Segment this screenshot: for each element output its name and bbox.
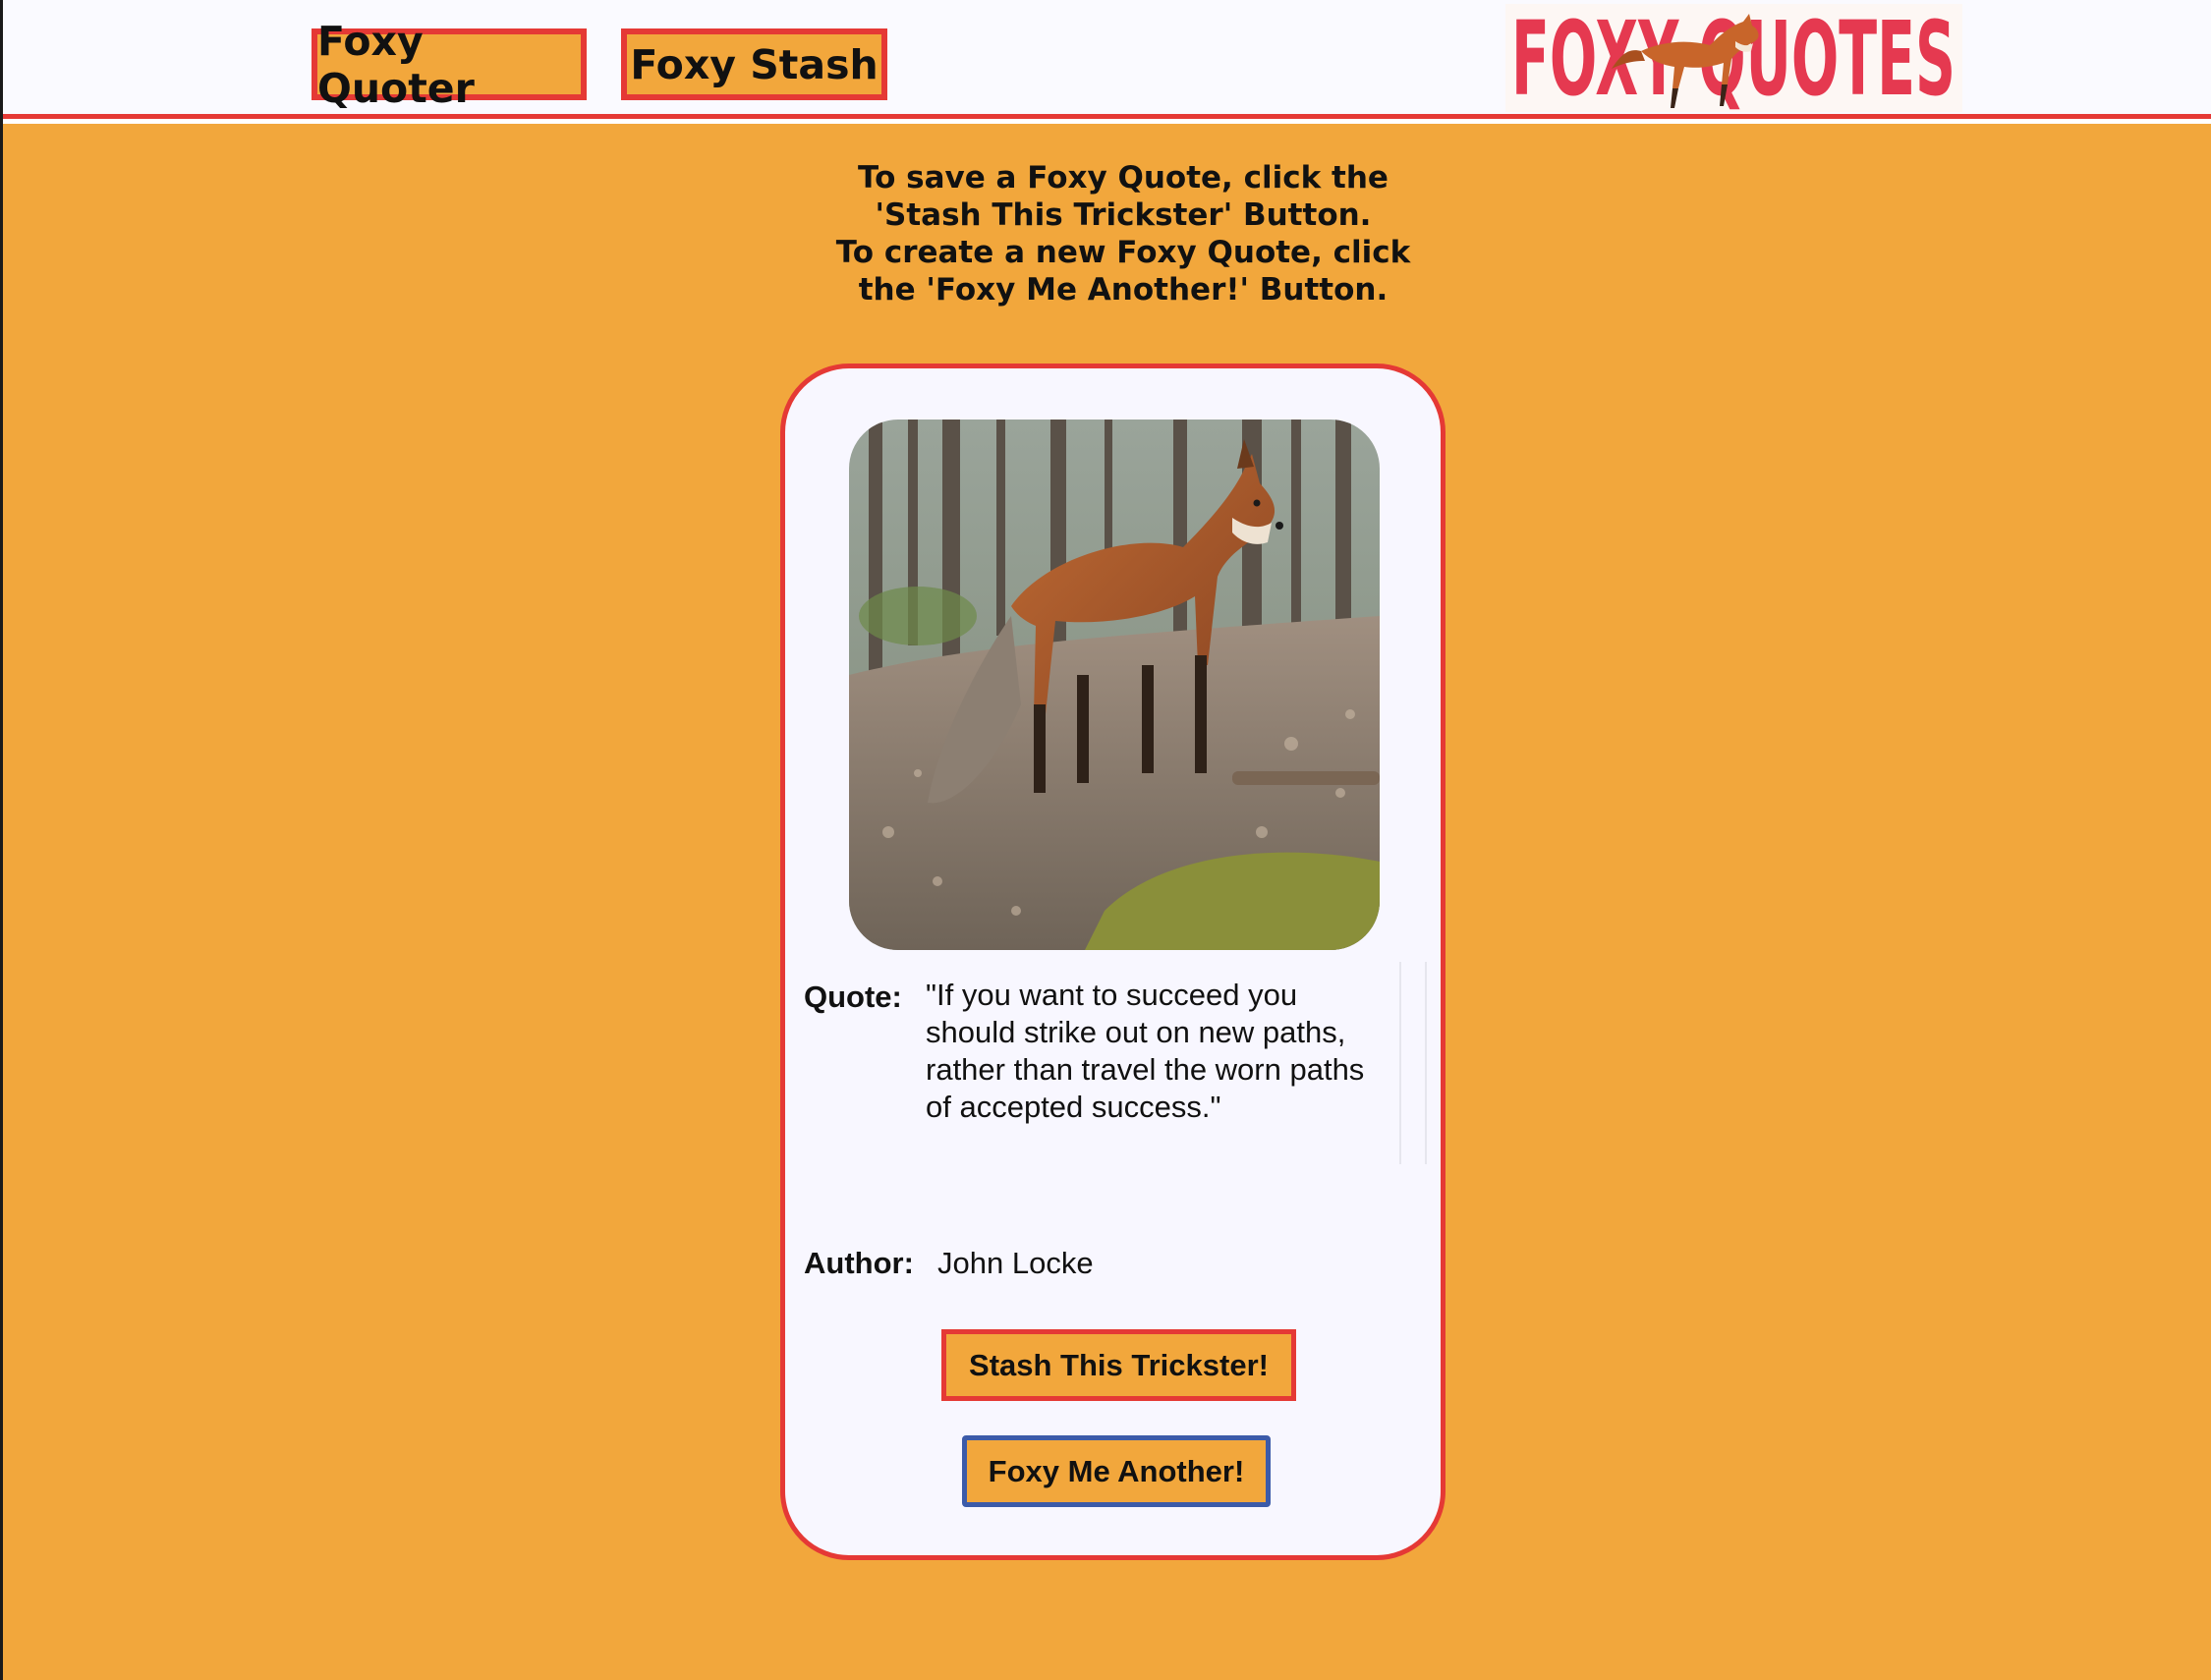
foxy-me-another-button[interactable]: Foxy Me Another! — [962, 1435, 1271, 1507]
svg-text:FOXY QUOTES: FOXY QUOTES — [1511, 4, 1956, 112]
author-name: John Locke — [937, 1246, 1094, 1280]
foxy-stash-nav-button[interactable]: Foxy Stash — [621, 28, 887, 100]
stash-this-trickster-button[interactable]: Stash This Trickster! — [941, 1329, 1296, 1401]
quote-scrollbar[interactable] — [1399, 962, 1427, 1164]
logo-graphic: FOXY QUOTES — [1511, 0, 1956, 119]
instruction-line: To save a Foxy Quote, click the — [858, 160, 1389, 196]
instruction-line: 'Stash This Trickster' Button. — [875, 197, 1372, 233]
instruction-line: To create a new Foxy Quote, click — [835, 235, 1411, 270]
main-content: To save a Foxy Quote, click the 'Stash T… — [3, 124, 2211, 1680]
quote-text: "If you want to succeed you should strik… — [926, 978, 1365, 1124]
quote-card: Quote: "If you want to succeed you shoul… — [780, 364, 1446, 1560]
instructions-text: To save a Foxy Quote, click the 'Stash T… — [828, 159, 1418, 308]
top-nav-bar: Foxy Quoter Foxy Stash FOXY QUOTES — [3, 0, 2211, 119]
quote-label: Quote: — [804, 980, 902, 1014]
foxy-quotes-logo[interactable]: FOXY QUOTES — [1505, 0, 1962, 119]
fox-photo-image — [849, 420, 1380, 950]
instruction-line: the 'Foxy Me Another!' Button. — [858, 272, 1389, 308]
author-label: Author: — [804, 1246, 914, 1280]
foxy-quoter-nav-button[interactable]: Foxy Quoter — [312, 18, 587, 112]
